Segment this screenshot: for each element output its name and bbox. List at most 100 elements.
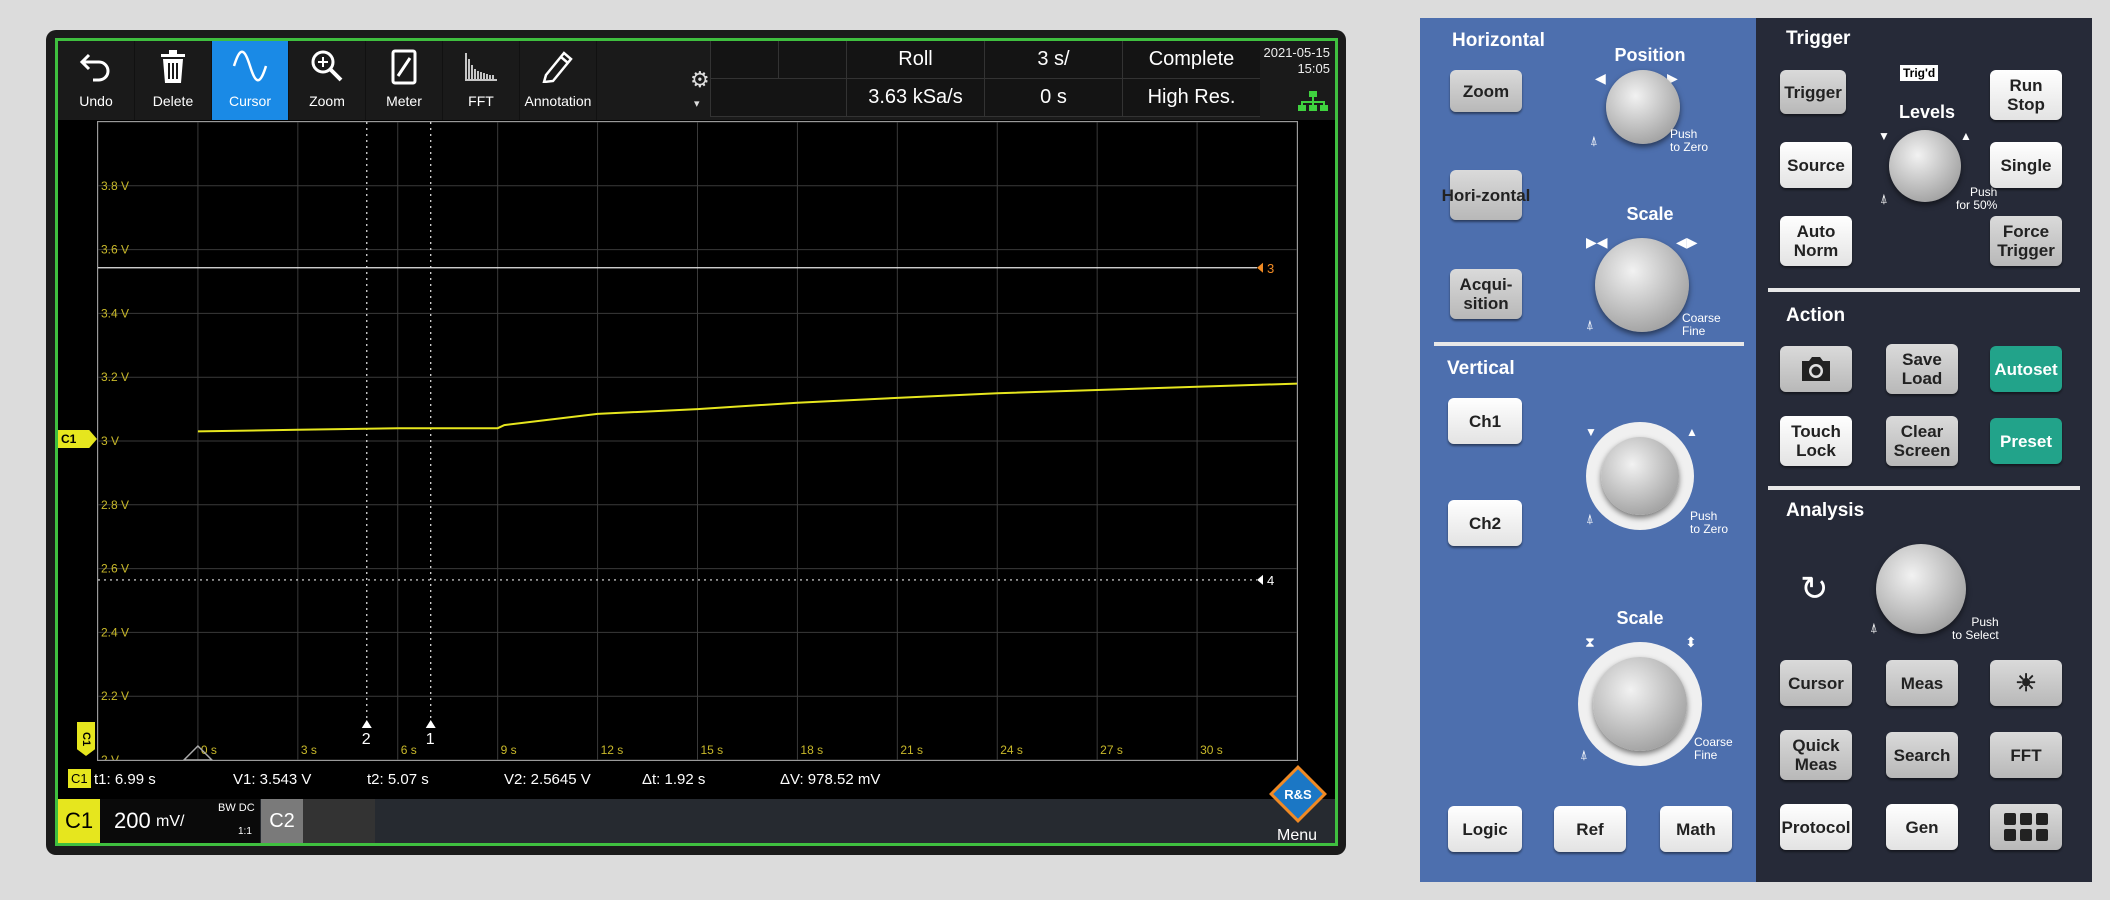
scope-screen: Undo Delete Cursor Zoom Meter FFT Annota… xyxy=(55,38,1338,846)
menu-label: Menu xyxy=(1277,827,1318,844)
vertical-position-knob[interactable] xyxy=(1601,437,1679,515)
save-load-button[interactable]: Save Load xyxy=(1886,344,1958,394)
acquisition-btn-line2: sition xyxy=(1463,294,1509,313)
y-tick-label: 3 V xyxy=(101,434,119,448)
clear-screen-line1: Clear xyxy=(1900,422,1944,441)
save-load-line1: Save xyxy=(1902,350,1942,369)
push-icon-3: ⍋ xyxy=(1586,511,1594,526)
force-trigger-line1: Force xyxy=(2002,222,2050,241)
acquisition-btn-line1: Acqui- xyxy=(1459,275,1513,294)
gen-button[interactable]: Gen xyxy=(1886,804,1958,850)
ch2-button[interactable]: Ch2 xyxy=(1448,500,1522,546)
meter-button[interactable]: Meter xyxy=(366,41,443,120)
logic-button[interactable]: Logic xyxy=(1448,806,1522,852)
v-scale-push-line1: Coarse xyxy=(1694,735,1733,749)
ref-button[interactable]: Ref xyxy=(1554,806,1626,852)
trigger-level-marker[interactable]: C1 xyxy=(77,722,95,756)
compress-icon: ▶◀ xyxy=(1586,234,1608,250)
touch-lock-line1: Touch xyxy=(1791,422,1841,441)
screenshot-button[interactable] xyxy=(1780,346,1852,392)
arrow-left-icon: ◀ xyxy=(1595,70,1606,86)
meter-icon xyxy=(366,41,442,93)
menu-button[interactable]: R&S Menu xyxy=(1263,763,1333,843)
trigger-level-knob[interactable] xyxy=(1889,130,1961,202)
undo-button[interactable]: Undo xyxy=(58,41,135,120)
arrow-up-icon: ▲ xyxy=(1686,425,1698,439)
acq-status-readout[interactable]: Complete xyxy=(1122,41,1260,79)
meas-button[interactable]: Meas xyxy=(1886,660,1958,706)
source-button[interactable]: Source xyxy=(1780,142,1852,188)
cursor-panel-button[interactable]: Cursor xyxy=(1780,660,1852,706)
c1-badge[interactable]: C1 xyxy=(58,799,100,843)
protocol-button[interactable]: Protocol xyxy=(1780,804,1852,850)
push-icon-2: ⍋ xyxy=(1586,317,1594,332)
trigger-button[interactable]: Trigger xyxy=(1780,70,1846,114)
ch1-button[interactable]: Ch1 xyxy=(1448,398,1522,444)
c1-ratio: 1:1 xyxy=(238,826,252,837)
apps-grid-icon xyxy=(2004,813,2048,841)
vertical-cursor-arrow xyxy=(361,720,372,728)
math-button[interactable]: Math xyxy=(1660,806,1732,852)
section-divider-2 xyxy=(1768,288,2080,292)
analysis-push-label: Push to Select xyxy=(1952,616,1999,642)
search-button[interactable]: Search xyxy=(1886,732,1958,778)
clear-screen-line2: Screen xyxy=(1893,441,1951,460)
c2-badge[interactable]: C2 xyxy=(261,799,303,843)
zoom-button[interactable]: Zoom xyxy=(289,41,366,120)
info-cell-blank-2 xyxy=(778,41,846,79)
info-cell-blank-1 xyxy=(710,41,778,79)
waveform-plot[interactable]: 3.8 V 3.6 V 3.4 V 3.2 V 3 V 2.8 V 2.6 V 2.4 V 2.… xyxy=(97,121,1298,761)
panel-trigger-action-analysis: Trigger Trigger Trig'd Levels ▼ ▲ ⍋ Push… xyxy=(1756,18,2092,882)
apps-button[interactable] xyxy=(1990,804,2062,850)
section-divider-3 xyxy=(1768,486,2080,490)
c1-unit: mV/ xyxy=(156,813,185,830)
horizontal-button[interactable]: Hori-zontal xyxy=(1442,170,1530,220)
analysis-section-title: Analysis xyxy=(1786,500,1865,521)
offset-readout[interactable]: 0 s xyxy=(984,79,1122,117)
sample-rate-readout[interactable]: 3.63 kSa/s xyxy=(846,79,984,117)
preset-button[interactable]: Preset xyxy=(1990,418,2062,464)
x-tick-label: 27 s xyxy=(1100,743,1123,757)
horizontal-position-knob[interactable] xyxy=(1606,70,1680,144)
quick-meas-button[interactable]: Quick Meas xyxy=(1780,730,1852,780)
panel-horizontal-vertical: Horizontal Zoom Hori-zontal Acqui-sition… xyxy=(1420,18,1756,882)
clear-screen-button[interactable]: Clear Screen xyxy=(1886,416,1958,466)
touch-lock-button[interactable]: Touch Lock xyxy=(1780,416,1852,466)
t1-readout: t1: 6.99 s xyxy=(94,771,156,788)
force-trigger-button[interactable]: Force Trigger xyxy=(1990,216,2062,266)
timebase-readout[interactable]: 3 s/ xyxy=(984,41,1122,79)
fft-button[interactable]: FFT xyxy=(443,41,520,120)
analysis-push-line2: to Select xyxy=(1952,628,1999,642)
horizontal-scale-push-label: Coarse Fine xyxy=(1682,312,1721,338)
channel-offset-marker[interactable]: C1 xyxy=(58,430,97,448)
auto-norm-line2: Norm xyxy=(1793,241,1839,260)
cursor-measurements: C1 t1: 6.99 s V1: 3.543 V t2: 5.07 s V2:… xyxy=(58,765,1335,795)
horizontal-btn-line2: zontal xyxy=(1481,185,1531,205)
y-tick-label: 2.6 V xyxy=(101,562,129,576)
run-stop-line2: Stop xyxy=(2007,95,2045,114)
zoom-panel-button[interactable]: Zoom xyxy=(1450,70,1522,112)
run-stop-line1: Run xyxy=(2009,76,2043,95)
fft-panel-button[interactable]: FFT xyxy=(1990,732,2062,778)
cursor-button[interactable]: Cursor xyxy=(212,41,289,120)
date-text: 2021-05-15 xyxy=(1263,45,1331,60)
mode-readout[interactable]: Roll xyxy=(846,41,984,79)
brightness-button[interactable]: ☀ xyxy=(1990,660,2062,706)
analysis-push-line1: Push xyxy=(1971,615,1999,629)
vertical-scale-knob[interactable] xyxy=(1593,657,1687,751)
auto-norm-button[interactable]: Auto Norm xyxy=(1780,216,1852,266)
vertical-scale-push-label: Coarse Fine xyxy=(1694,736,1733,762)
acquisition-button[interactable]: Acqui-sition xyxy=(1450,269,1522,319)
horizontal-btn-line1: Hori- xyxy=(1441,185,1482,205)
annotation-button[interactable]: Annotation xyxy=(520,41,597,120)
c1-settings[interactable]: 200 mV/ BW DC 1:1 xyxy=(100,799,260,843)
delete-button[interactable]: Delete xyxy=(135,41,212,120)
c2-settings[interactable] xyxy=(303,799,375,843)
horizontal-scale-knob[interactable] xyxy=(1595,238,1689,332)
trash-icon xyxy=(135,41,211,93)
single-button[interactable]: Single xyxy=(1990,142,2062,188)
autoset-button[interactable]: Autoset xyxy=(1990,346,2062,392)
run-stop-button[interactable]: Run Stop xyxy=(1990,70,2062,120)
rotate-icon[interactable]: ↻ xyxy=(1800,569,1829,609)
acq-mode-readout[interactable]: High Res. xyxy=(1122,79,1260,117)
